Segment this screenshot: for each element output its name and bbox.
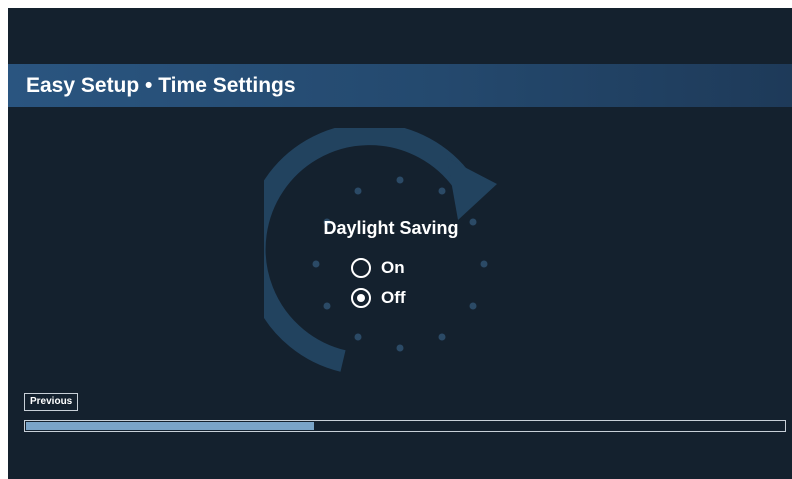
radio-selected-icon[interactable]	[351, 288, 371, 308]
radio-option-on[interactable]: On	[351, 258, 405, 278]
setup-progress-fill	[26, 422, 314, 430]
setup-progress-bar	[24, 420, 786, 432]
radio-unselected-icon[interactable]	[351, 258, 371, 278]
header-bar: Easy Setup • Time Settings	[8, 64, 792, 107]
setup-screen: Easy Setup • Time Settings Daylight Savi…	[8, 8, 792, 479]
radio-dot	[357, 294, 365, 302]
daylight-saving-panel: Daylight Saving On Off	[291, 218, 491, 308]
radio-label-off: Off	[381, 288, 406, 307]
previous-button[interactable]: Previous	[24, 393, 79, 411]
daylight-saving-title: Daylight Saving	[323, 218, 459, 238]
radio-option-off[interactable]: Off	[351, 288, 406, 308]
radio-label-on: On	[381, 258, 405, 277]
page-title: Easy Setup • Time Settings	[26, 74, 296, 97]
